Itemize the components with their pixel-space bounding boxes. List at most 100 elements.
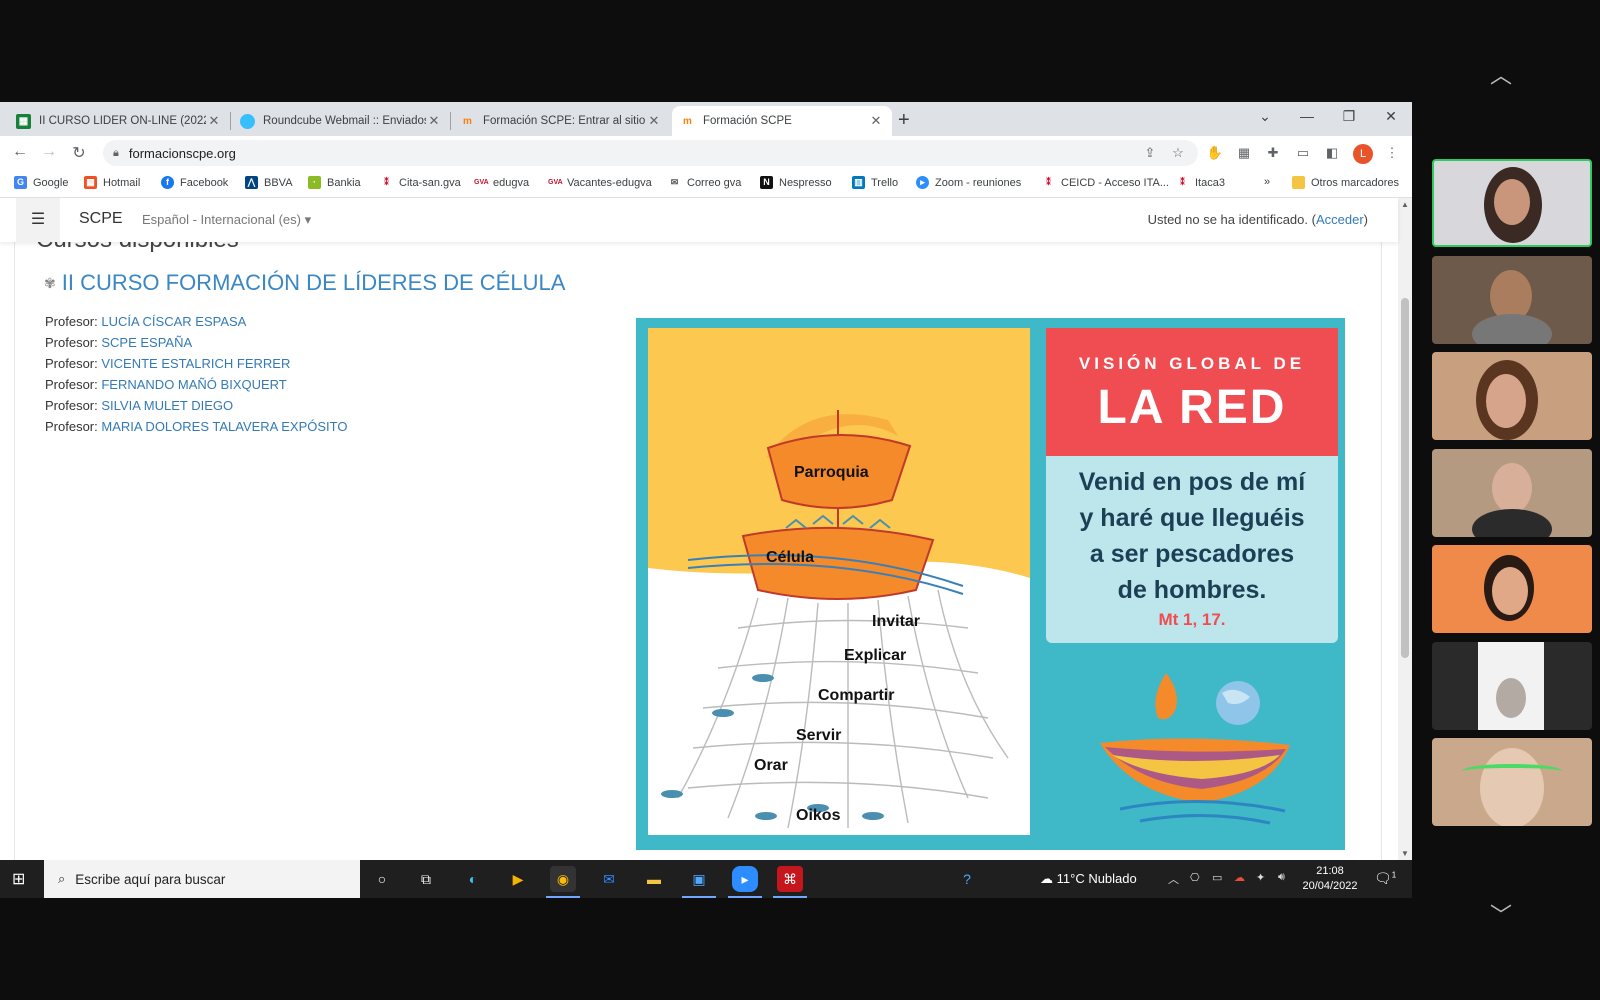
- hamburger-menu-icon[interactable]: ☰: [16, 198, 60, 242]
- profile-avatar[interactable]: L: [1353, 144, 1373, 164]
- reload-icon[interactable]: ↻: [68, 143, 90, 163]
- close-window-button[interactable]: ✕: [1376, 108, 1406, 125]
- bookmark-edugva[interactable]: GVA edugva: [474, 176, 529, 189]
- tab-formacion-scpe[interactable]: m Formación SCPE ✕: [672, 106, 892, 136]
- bookmark-zoom[interactable]: ▸ Zoom - reuniones: [916, 176, 1021, 189]
- bookmark-bankia[interactable]: · Bankia: [308, 176, 361, 189]
- acrobat-icon[interactable]: ⌘: [773, 866, 807, 898]
- bookmark-label: Bankia: [327, 176, 361, 189]
- restore-button[interactable]: ❐: [1334, 108, 1364, 125]
- remote-desktop-icon[interactable]: ▣: [682, 866, 716, 898]
- close-icon[interactable]: ✕: [426, 113, 442, 129]
- taskbar-clock[interactable]: 21:08 20/04/2022: [1300, 864, 1360, 894]
- close-icon[interactable]: ✕: [206, 113, 222, 129]
- tab-search-icon[interactable]: ⌄: [1250, 108, 1280, 125]
- web-page: Cursos disponibles ☰ SCPE Español - Inte…: [0, 198, 1412, 860]
- grid-extension-icon[interactable]: ▦: [1234, 143, 1254, 163]
- forward-arrow-icon[interactable]: →: [38, 143, 60, 161]
- tray-device-icon[interactable]: ⎔: [1190, 871, 1200, 884]
- page-scrollbar[interactable]: ▲ ▼: [1398, 198, 1412, 860]
- close-icon[interactable]: ✕: [868, 113, 884, 129]
- file-explorer-icon[interactable]: ▬: [641, 866, 667, 892]
- side-panel-icon[interactable]: ◧: [1322, 143, 1342, 163]
- scroll-up-icon[interactable]: ▲: [1398, 200, 1412, 209]
- teacher-link[interactable]: SILVIA MULET DIEGO: [101, 398, 233, 413]
- help-icon[interactable]: ?: [954, 866, 980, 892]
- thumbs-up-extension-icon[interactable]: ✋: [1205, 143, 1225, 163]
- bookmark-correo-gva[interactable]: ✉ Correo gva: [668, 176, 742, 189]
- taskbar-search[interactable]: ⌕ Escribe aquí para buscar: [44, 860, 360, 898]
- bookmark-cita-san[interactable]: ⁑ Cita-san.gva: [380, 176, 461, 189]
- bookmark-star-icon[interactable]: ☆: [1168, 143, 1188, 163]
- media-player-icon[interactable]: ▶: [505, 866, 531, 892]
- cast-icon[interactable]: ▭: [1293, 143, 1313, 163]
- site-brand[interactable]: SCPE: [79, 210, 123, 228]
- participant-video-3[interactable]: [1432, 352, 1592, 440]
- address-bar[interactable]: 🔒︎ formacionscpe.org: [103, 140, 1198, 166]
- battery-icon[interactable]: ▭: [1212, 871, 1222, 884]
- mail-app-icon[interactable]: ✉: [596, 866, 622, 892]
- login-link[interactable]: Acceder: [1316, 212, 1364, 227]
- close-icon[interactable]: ✕: [646, 113, 662, 129]
- tray-chevron-icon[interactable]: ︿: [1168, 871, 1179, 887]
- teacher-link[interactable]: FERNANDO MAÑÓ BIXQUERT: [101, 377, 286, 392]
- bookmark-bbva[interactable]: ⋀ BBVA: [245, 176, 293, 189]
- dropbox-icon[interactable]: ✦: [1256, 871, 1265, 884]
- bookmark-nespresso[interactable]: N Nespresso: [760, 176, 832, 189]
- edge-icon[interactable]: ◐: [460, 866, 486, 892]
- task-view-icon[interactable]: ⧉: [413, 866, 439, 892]
- bookmark-label: CEICD - Acceso ITA...: [1061, 176, 1169, 189]
- back-arrow-icon[interactable]: ←: [9, 143, 31, 161]
- bookmark-vacantes[interactable]: GVA Vacantes-edugva: [548, 176, 652, 189]
- participant-video-7[interactable]: [1432, 738, 1592, 826]
- tab-roundcube[interactable]: Roundcube Webmail :: Enviados ✕: [232, 106, 450, 136]
- scroll-up-chevron-icon[interactable]: ︿: [1490, 58, 1512, 90]
- scroll-down-chevron-icon[interactable]: ﹀: [1490, 898, 1512, 930]
- tab-curso-lider[interactable]: ▦ II CURSO LÍDER ON-LINE (2022) ✕: [8, 106, 230, 136]
- gva-icon: GVA: [548, 179, 563, 186]
- language-selector[interactable]: Español - Internacional (es) ▾: [142, 212, 311, 228]
- word-oikos: Oikos: [796, 807, 841, 824]
- puzzle-extensions-icon[interactable]: ✚: [1263, 143, 1283, 163]
- teacher-link[interactable]: LUCÍA CÍSCAR ESPASA: [101, 314, 246, 329]
- participant-video-1[interactable]: [1432, 159, 1592, 247]
- bookmark-google[interactable]: G Google: [14, 176, 68, 189]
- participant-video-6[interactable]: [1432, 642, 1592, 730]
- chrome-icon[interactable]: ◉: [546, 866, 580, 898]
- teacher-label: Profesor:: [45, 356, 102, 371]
- cortana-icon[interactable]: ○: [369, 866, 395, 892]
- word-explicar: Explicar: [844, 647, 907, 664]
- share-icon[interactable]: ⇪: [1140, 143, 1160, 163]
- tab-title: Formación SCPE: Entrar al sitio: [483, 115, 646, 127]
- participant-video-5[interactable]: [1432, 545, 1592, 633]
- zoom-app-icon[interactable]: ▸: [728, 866, 762, 898]
- course-title-link[interactable]: ✾ II CURSO FORMACIÓN DE LÍDERES DE CÉLUL…: [44, 270, 565, 296]
- teacher-link[interactable]: SCPE ESPAÑA: [101, 335, 192, 350]
- weather-widget[interactable]: ☁ 11°C Nublado: [1040, 871, 1137, 887]
- teacher-link[interactable]: MARIA DOLORES TALAVERA EXPÓSITO: [101, 419, 347, 434]
- bookmark-facebook[interactable]: f Facebook: [161, 176, 228, 189]
- teacher-link[interactable]: VICENTE ESTALRICH FERRER: [101, 356, 290, 371]
- network-icon[interactable]: ☁: [1234, 871, 1245, 884]
- notifications-icon[interactable]: 🗨︎1: [1374, 870, 1396, 887]
- volume-icon[interactable]: 🔊︎: [1278, 871, 1285, 884]
- more-bookmarks-button[interactable]: »: [1264, 176, 1270, 188]
- scroll-down-icon[interactable]: ▼: [1398, 849, 1412, 858]
- login-info: Usted no se ha identificado. (Acceder): [1148, 212, 1368, 227]
- tab-entrar-sitio[interactable]: m Formación SCPE: Entrar al sitio ✕: [452, 106, 670, 136]
- minimize-button[interactable]: —: [1292, 108, 1322, 124]
- new-tab-button[interactable]: +: [898, 110, 910, 130]
- bookmark-itaca3[interactable]: ⁑ Itaca3: [1176, 176, 1225, 189]
- participant-video-4[interactable]: [1432, 449, 1592, 537]
- bookmark-ceicd[interactable]: ⁑ CEICD - Acceso ITA...: [1042, 176, 1169, 189]
- windows-start-icon[interactable]: ⊞: [12, 869, 25, 889]
- bookmark-trello[interactable]: ▥ Trello: [852, 176, 898, 189]
- bookmark-hotmail[interactable]: ▦ Hotmail: [84, 176, 140, 189]
- other-bookmarks-folder[interactable]: Otros marcadores: [1292, 176, 1399, 189]
- quote-line: y haré que lleguéis: [1079, 504, 1305, 532]
- menu-dots-icon[interactable]: ⋮: [1382, 143, 1402, 163]
- scrollbar-thumb[interactable]: [1401, 298, 1409, 658]
- participant-video-2[interactable]: [1432, 256, 1592, 344]
- search-icon: ⌕: [58, 871, 66, 886]
- bookmark-label: BBVA: [264, 176, 293, 189]
